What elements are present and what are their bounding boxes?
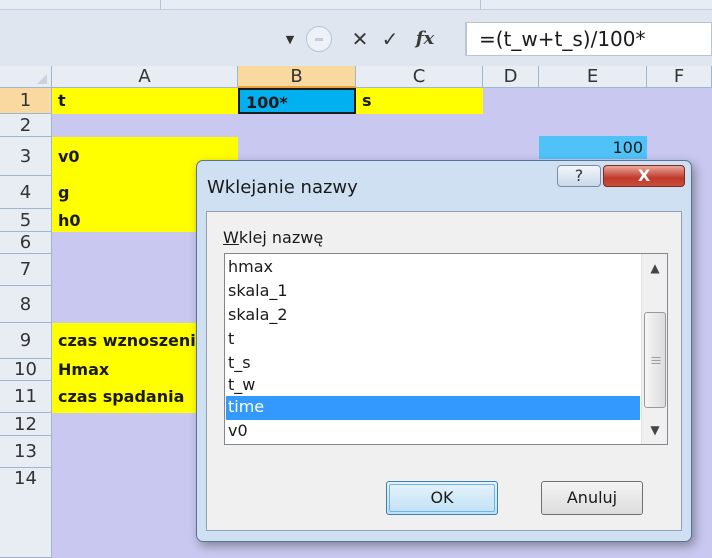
cell-a1[interactable]: t bbox=[52, 88, 238, 114]
focus-ring bbox=[389, 484, 495, 512]
paste-name-label: Wklej nazwę bbox=[223, 228, 323, 247]
cancel-button[interactable]: Anuluj bbox=[541, 481, 643, 515]
label-mnemonic: W bbox=[223, 228, 239, 247]
paste-name-dialog: Wklejanie nazwy ? X Wklej nazwę hmax ska… bbox=[196, 160, 692, 542]
cell-b1-active[interactable]: 100* bbox=[238, 88, 356, 114]
formula-input[interactable]: =(t_w+t_s)/100* bbox=[466, 22, 712, 56]
help-icon[interactable]: ? bbox=[557, 165, 601, 187]
list-item[interactable]: v0 bbox=[226, 420, 640, 444]
cell-c1[interactable]: s bbox=[356, 88, 483, 114]
row-header-11[interactable]: 11 bbox=[0, 381, 52, 413]
select-all-corner[interactable] bbox=[0, 66, 52, 88]
formula-bar-resize-icon[interactable] bbox=[306, 26, 332, 52]
column-header-f[interactable]: F bbox=[647, 66, 712, 88]
row-header-10[interactable]: 10 bbox=[0, 359, 52, 381]
label-text: klej nazwę bbox=[238, 228, 324, 247]
row-header-1[interactable]: 1 bbox=[0, 88, 52, 114]
enter-check-icon[interactable]: ✓ bbox=[378, 26, 402, 52]
name-listbox[interactable]: hmax skala_1 skala_2 t t_s t_w time v0 ▲… bbox=[224, 253, 668, 445]
row-header-6[interactable]: 6 bbox=[0, 232, 52, 254]
dialog-title: Wklejanie nazwy bbox=[207, 177, 358, 198]
scroll-thumb[interactable]: — — — bbox=[644, 312, 666, 408]
column-header-a[interactable]: A bbox=[52, 66, 238, 88]
column-header-b[interactable]: B bbox=[238, 66, 356, 88]
insert-function-icon[interactable]: fx bbox=[412, 26, 438, 52]
column-header-d[interactable]: D bbox=[483, 66, 539, 88]
row-header-12[interactable]: 12 bbox=[0, 413, 52, 436]
close-icon[interactable]: X bbox=[603, 165, 685, 187]
column-header-e[interactable]: E bbox=[539, 66, 647, 88]
list-item[interactable]: hmax bbox=[226, 256, 640, 280]
list-item[interactable]: skala_1 bbox=[226, 280, 640, 304]
row-header-14[interactable]: 14 bbox=[0, 468, 52, 558]
row-header-8[interactable]: 8 bbox=[0, 286, 52, 323]
name-box-dropdown-icon[interactable]: ▼ bbox=[284, 34, 296, 46]
ribbon-strip bbox=[0, 0, 712, 10]
cancel-button-label: Anuluj bbox=[566, 488, 618, 507]
grip-icon: — — — bbox=[651, 352, 661, 369]
column-header-c[interactable]: C bbox=[356, 66, 483, 88]
ok-button[interactable]: OK bbox=[386, 481, 498, 515]
cell-e2[interactable]: 100 bbox=[539, 136, 647, 159]
row-header-4[interactable]: 4 bbox=[0, 176, 52, 209]
list-item[interactable]: t_s bbox=[226, 352, 640, 376]
list-item[interactable]: t_w bbox=[226, 374, 640, 398]
list-item-selected[interactable]: time bbox=[226, 396, 640, 420]
list-item[interactable]: t bbox=[226, 328, 640, 352]
row-header-5[interactable]: 5 bbox=[0, 209, 52, 232]
scroll-down-icon[interactable]: ▼ bbox=[642, 418, 668, 442]
row-header-9[interactable]: 9 bbox=[0, 323, 52, 359]
row-header-13[interactable]: 13 bbox=[0, 436, 52, 468]
cancel-icon[interactable]: ✕ bbox=[350, 26, 370, 52]
row-header-3[interactable]: 3 bbox=[0, 137, 52, 176]
row-header-2[interactable]: 2 bbox=[0, 114, 52, 137]
ribbon-separator bbox=[480, 0, 481, 10]
row-header-7[interactable]: 7 bbox=[0, 254, 52, 286]
listbox-scrollbar[interactable]: ▲ — — — ▼ bbox=[641, 254, 667, 444]
formula-bar-gap bbox=[0, 56, 712, 66]
list-item[interactable]: skala_2 bbox=[226, 304, 640, 328]
ribbon-separator bbox=[160, 0, 161, 10]
scroll-up-icon[interactable]: ▲ bbox=[642, 256, 668, 280]
